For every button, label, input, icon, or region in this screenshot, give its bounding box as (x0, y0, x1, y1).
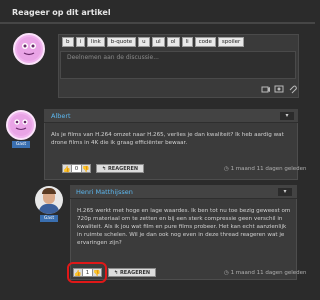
unordered-list-button[interactable]: ul (151, 37, 165, 47)
attach-icon[interactable] (287, 84, 297, 94)
guest-avatar (13, 33, 45, 65)
timestamp-text: 1 maand 11 dagen geleden (230, 166, 307, 172)
clock-icon: ◷ (224, 270, 229, 276)
code-button[interactable]: code (194, 37, 216, 47)
vote-highlight-annotation (67, 262, 107, 283)
vote-controls: 👍 0 👎 (62, 164, 91, 173)
bold-button[interactable]: b (62, 37, 74, 47)
comment-timestamp: ◷ 1 maand 11 dagen geleden (224, 270, 307, 276)
section-title: Reageer op dit artikel (12, 8, 111, 17)
reply-button[interactable]: ↰ REAGEREN (108, 268, 157, 277)
reply-label: REAGEREN (119, 270, 151, 276)
comment-author[interactable]: Henri Matthijssen (76, 188, 133, 196)
avatar-hair (42, 188, 56, 194)
spoiler-button[interactable]: spoiler (217, 37, 245, 47)
ordered-list-button[interactable]: ol (166, 37, 180, 47)
comment-options-button[interactable]: ▾ (278, 188, 292, 196)
title-divider (0, 22, 315, 24)
thumbs-down-icon[interactable]: 👎 (81, 164, 91, 173)
comment-placeholder: Deelnemen aan de discussie... (67, 54, 159, 61)
thumbs-up-icon[interactable]: 👍 (62, 164, 72, 173)
link-button[interactable]: link (87, 37, 105, 47)
vote-count: 0 (72, 164, 81, 173)
list-item-button[interactable]: li (181, 37, 193, 47)
reply-button[interactable]: ↰ REAGEREN (96, 164, 145, 173)
image-icon[interactable] (274, 84, 284, 94)
reply-icon: ↰ (102, 166, 107, 172)
underline-button[interactable]: u (138, 37, 150, 47)
comment-timestamp: ◷ 1 maand 11 dagen geleden (224, 166, 307, 172)
reply-label: REAGEREN (107, 166, 139, 172)
comment-avatar (6, 110, 36, 140)
compose-icons (249, 84, 297, 94)
reply-icon: ↰ (114, 270, 119, 276)
comment-text: Als je films van H.264 omzet naar H.265,… (51, 132, 284, 146)
timestamp-text: 1 maand 11 dagen geleden (230, 270, 307, 276)
avatar-body (39, 204, 59, 214)
comment-options-button[interactable]: ▾ (280, 112, 294, 120)
clock-icon: ◷ (224, 166, 229, 172)
guest-badge: Gast (40, 215, 58, 222)
comment-author[interactable]: Albert (51, 112, 71, 120)
comment-text: H.265 werkt met hoge en lage waardes. Ik… (77, 208, 291, 246)
format-toolbar: b i link b-quote u ul ol li code spoiler (62, 37, 245, 47)
comment-header (44, 109, 298, 123)
comment-avatar (35, 186, 63, 214)
italic-button[interactable]: i (75, 37, 86, 47)
camera-icon[interactable] (261, 84, 271, 94)
guest-badge: Gast (12, 141, 30, 148)
quote-button[interactable]: b-quote (106, 37, 137, 47)
